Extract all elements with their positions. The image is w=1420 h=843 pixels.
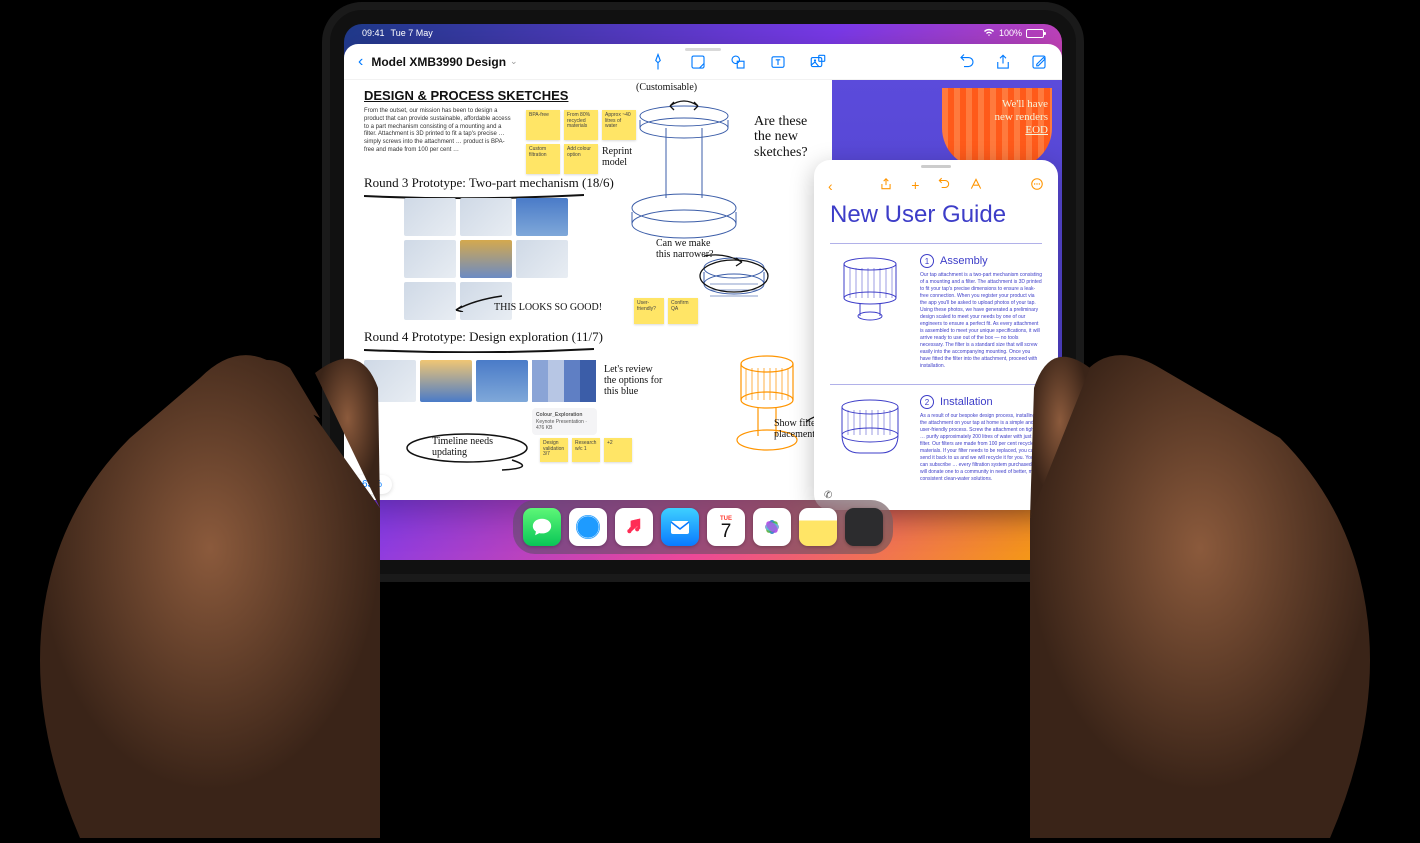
divider (830, 384, 1042, 385)
sticky-note[interactable]: Custom filtration (526, 144, 560, 174)
sticky-note[interactable]: BPA-free (526, 110, 560, 140)
keynote-file-chip[interactable]: Colour_Exploration Keynote Presentation … (532, 408, 597, 435)
slideover-grabber[interactable] (921, 165, 951, 168)
calendar-date-number: 7 (721, 522, 732, 541)
step-body: Our tap attachment is a two-part mechani… (920, 272, 1042, 370)
document-title[interactable]: Model XMB3990 Design (371, 55, 506, 69)
sticky-note[interactable]: Add colour option (564, 144, 598, 174)
color-swatches[interactable] (532, 360, 596, 402)
ipad-screen: 09:41 Tue 7 May 100% (344, 24, 1062, 560)
status-date: Tue 7 May (391, 28, 433, 38)
installation-diagram (830, 395, 910, 483)
intro-paragraph: From the outset, our mission has been to… (364, 108, 514, 155)
assembly-diagram (830, 254, 910, 370)
photo-grid-round4 (364, 360, 528, 402)
step-body: As a result of our bespoke design proces… (920, 413, 1042, 483)
round4-heading: Round 4 Prototype: Design exploration (1… (364, 330, 603, 344)
notes-markup-button[interactable] (969, 177, 983, 194)
notes-add-button[interactable]: + (911, 177, 919, 194)
handwritten-note: We'll have new renders EOD (995, 98, 1048, 138)
sticky-note[interactable]: Research w/c 1 (572, 438, 600, 462)
note-title: New User Guide (830, 202, 1042, 227)
sticky-note[interactable]: +2 (604, 438, 632, 462)
notes-back-button[interactable]: ‹ (828, 178, 833, 194)
step-number: 2 (920, 395, 934, 409)
guide-step: 2 Installation As a result of our bespok… (830, 395, 1042, 483)
text-tool-icon[interactable] (769, 53, 787, 71)
sticky-note[interactable]: From 80% recycled materials (564, 110, 598, 140)
notes-share-button[interactable] (879, 177, 893, 194)
photos-app-icon[interactable] (753, 508, 791, 546)
dock: TUE 7 (513, 500, 893, 554)
media-tool-icon[interactable] (809, 53, 827, 71)
safari-app-icon[interactable] (569, 508, 607, 546)
mail-app-icon[interactable] (661, 508, 699, 546)
step-heading: Installation (940, 396, 993, 408)
prototype-photo[interactable] (420, 360, 472, 402)
file-meta: Keynote Presentation · 476 KB (536, 419, 593, 431)
wifi-icon (983, 28, 995, 39)
round3-heading: Round 3 Prototype: Two-part mechanism (1… (364, 176, 614, 190)
notes-app-icon[interactable] (799, 508, 837, 546)
prototype-photo[interactable] (516, 198, 568, 236)
window-grabber[interactable] (685, 48, 721, 51)
notes-slideover-window: ‹ + New User Guide (814, 160, 1058, 510)
file-name: Colour_Exploration (536, 412, 593, 418)
prototype-photo[interactable] (404, 198, 456, 236)
battery-icon (1026, 29, 1044, 38)
undo-button[interactable] (958, 53, 976, 71)
prototype-photo[interactable] (364, 360, 416, 402)
pen-tool-icon[interactable] (649, 53, 667, 71)
section-heading: DESIGN & PROCESS SKETCHES (364, 88, 568, 103)
step-heading: Assembly (940, 255, 988, 267)
shapes-tool-icon[interactable] (729, 53, 747, 71)
status-time: 09:41 (362, 28, 385, 38)
divider (830, 243, 1042, 244)
share-button[interactable] (994, 53, 1012, 71)
prototype-photo[interactable] (460, 198, 512, 236)
zoom-indicator[interactable]: 63% (352, 475, 392, 494)
prototype-photo[interactable] (404, 240, 456, 278)
compose-button[interactable] (1030, 53, 1048, 71)
ipad-device-frame: 09:41 Tue 7 May 100% (322, 2, 1084, 582)
product-wireframe-sketch-orange (722, 350, 812, 460)
notes-toolbar: ‹ + (814, 173, 1058, 202)
notes-body[interactable]: New User Guide (814, 202, 1058, 483)
prototype-photo[interactable] (476, 360, 528, 402)
sticky-note[interactable]: Design validation 3/7 (540, 438, 568, 462)
back-button[interactable]: ‹ (358, 53, 363, 71)
handwritten-note: (Customisable) (636, 82, 697, 93)
handwritten-note: Let's review the options for this blue (604, 364, 664, 397)
prototype-photo[interactable] (404, 282, 456, 320)
step-number: 1 (920, 254, 934, 268)
status-bar: 09:41 Tue 7 May 100% (344, 24, 1062, 42)
guide-step: 1 Assembly Our tap attachment is a two-p… (830, 254, 1042, 370)
prototype-photo[interactable] (516, 240, 568, 278)
sticky-note-tool-icon[interactable] (689, 53, 707, 71)
handwritten-note: Are these the new sketches? (754, 114, 824, 160)
messages-app-icon[interactable] (523, 508, 561, 546)
app-library-icon[interactable] (845, 508, 883, 546)
handwritten-note: THIS LOOKS SO GOOD! (494, 302, 602, 313)
notes-undo-button[interactable] (937, 177, 951, 194)
prototype-photo[interactable] (460, 240, 512, 278)
music-app-icon[interactable] (615, 508, 653, 546)
battery-percent: 100% (999, 28, 1022, 38)
title-chevron-icon[interactable]: ⌄ (510, 56, 518, 67)
user-hand-right (1030, 278, 1420, 838)
notes-more-button[interactable] (1030, 177, 1044, 194)
calendar-app-icon[interactable]: TUE 7 (707, 508, 745, 546)
